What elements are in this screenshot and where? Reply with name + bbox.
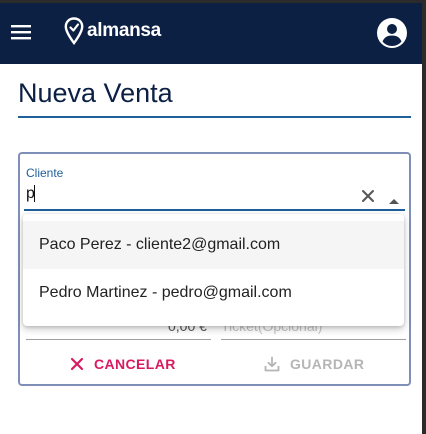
app-header: almansa [0, 0, 422, 64]
cancel-button[interactable]: CANCELAR [70, 350, 176, 378]
text-caret [34, 185, 35, 202]
title-divider [18, 116, 411, 118]
save-button-label: GUARDAR [290, 356, 365, 372]
location-pin-icon [64, 17, 84, 45]
download-icon [264, 356, 280, 372]
cancel-button-label: CANCELAR [94, 356, 176, 372]
ticket-field-underline [221, 339, 406, 340]
close-icon [70, 357, 84, 371]
account-circle-icon[interactable] [376, 17, 408, 49]
arrow-up-icon[interactable] [388, 192, 400, 204]
save-button[interactable]: GUARDAR [264, 350, 364, 378]
hamburger-menu-icon[interactable] [8, 18, 36, 46]
close-icon[interactable] [360, 188, 376, 204]
client-suggestions-dropdown: Paco Perez - cliente2@gmail.com Pedro Ma… [23, 214, 404, 326]
page-title: Nueva Venta [18, 78, 173, 108]
client-option[interactable]: Paco Perez - cliente2@gmail.com [23, 221, 404, 269]
client-autocomplete-input[interactable] [24, 182, 334, 206]
client-option[interactable]: Pedro Martinez - pedro@gmail.com [23, 269, 404, 317]
client-field-label: Cliente [26, 166, 64, 180]
brand-logo[interactable]: almansa [64, 16, 161, 46]
brand-name: almansa [87, 20, 161, 41]
client-input-underline [24, 209, 405, 211]
amount-field-underline [26, 339, 211, 340]
